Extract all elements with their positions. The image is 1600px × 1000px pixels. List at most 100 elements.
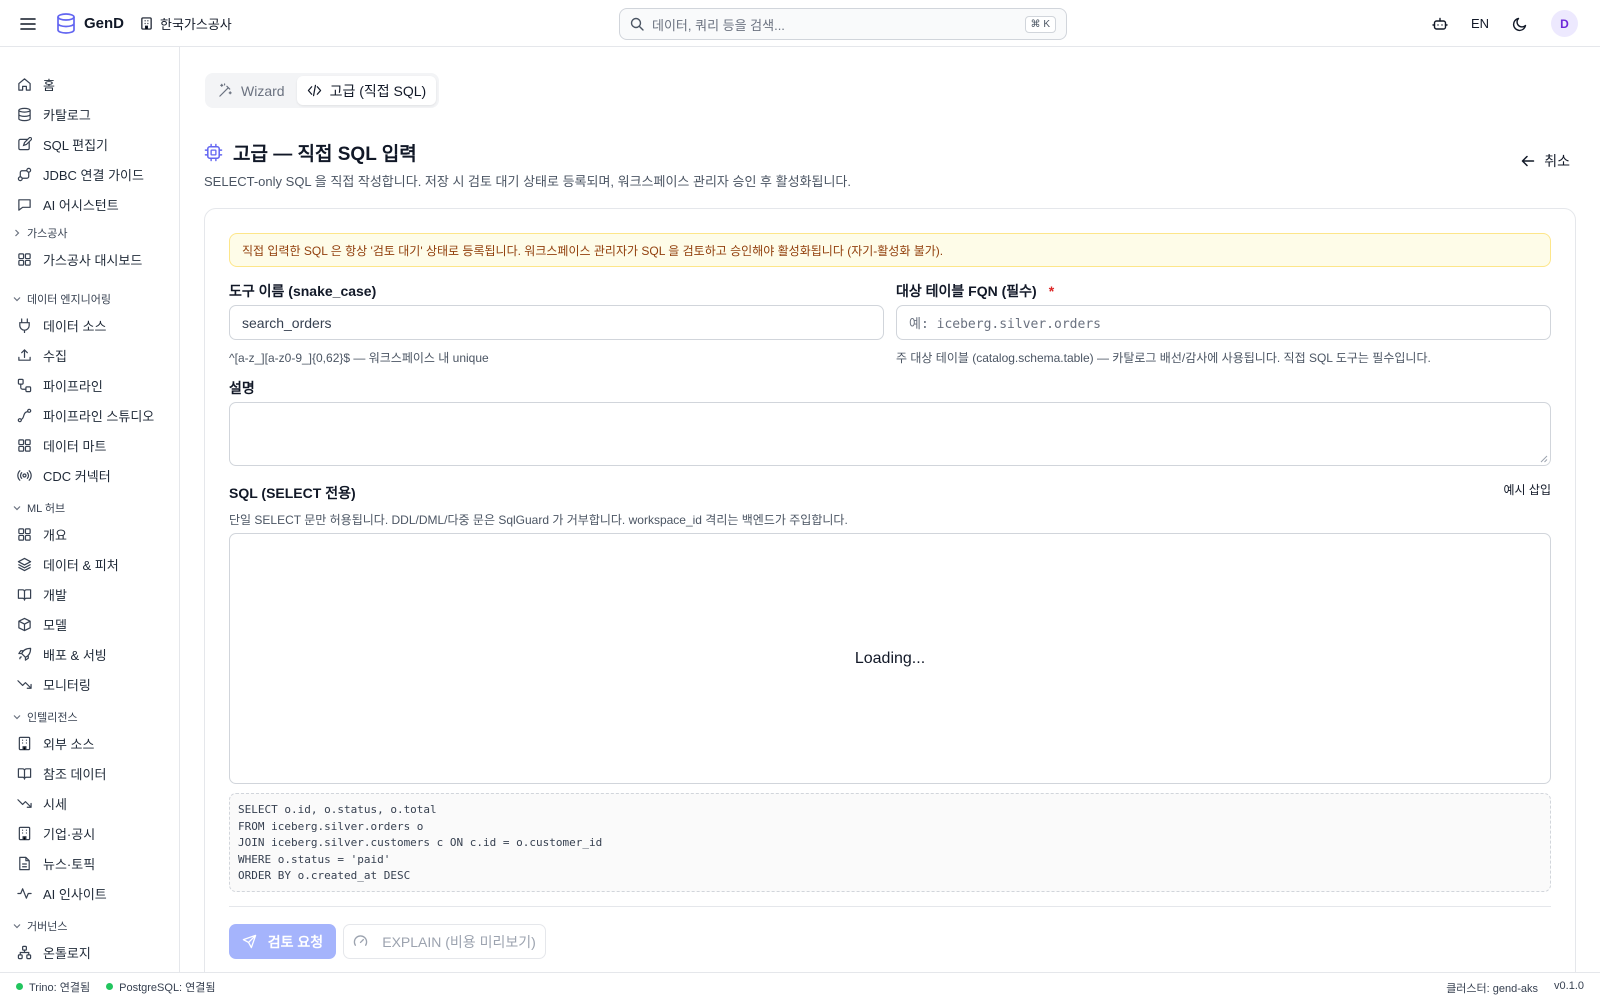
sidebar-item-label: 개발 [43, 587, 67, 603]
sql-example-line: ORDER BY o.created_at DESC [238, 869, 411, 882]
tab-wizard[interactable]: Wizard [208, 76, 295, 105]
database-icon [16, 106, 32, 122]
sql-example-line: SELECT o.id, o.status, o.total [238, 803, 437, 816]
sidebar-item-pipeline-studio[interactable]: 파이프라인 스튜디오 [16, 404, 154, 426]
tool-name-label: 도구 이름 (snake_case) [229, 283, 377, 299]
sidebar-item-label: 홈 [43, 77, 55, 93]
org-selector[interactable]: 한국가스공사 [140, 14, 232, 33]
bot-icon[interactable] [1427, 11, 1453, 37]
sidebar-item-ai-insight[interactable]: AI 인사이트 [16, 882, 107, 904]
sidebar-item-label: 데이터 소스 [43, 318, 107, 334]
sidebar-item-label: 가스공사 대시보드 [43, 252, 143, 268]
wand-icon [218, 83, 233, 98]
moon-icon[interactable] [1507, 11, 1533, 37]
book-icon [16, 765, 32, 781]
target-table-hint: 주 대상 테이블 (catalog.schema.table) — 카탈로그 배… [896, 351, 1431, 365]
sidebar-item-ai-assistant[interactable]: AI 어시스턴트 [16, 193, 119, 215]
tool-name-input[interactable]: search_orders [229, 305, 884, 340]
sidebar-group-ml-hub[interactable]: ML 허브 [13, 499, 65, 517]
box-icon [16, 616, 32, 632]
sidebar-item-pipeline[interactable]: 파이프라인 [16, 374, 103, 396]
search-shortcut: ⌘ K [1024, 15, 1056, 33]
sidebar-item-reference-data[interactable]: 참조 데이터 [16, 762, 106, 784]
building-icon [140, 17, 153, 30]
target-table-input[interactable]: 예: iceberg.silver.orders [896, 305, 1551, 340]
chevron-right-icon [13, 229, 21, 237]
database-icon [56, 13, 76, 34]
sql-example-line: WHERE o.status = 'paid' [238, 852, 391, 866]
postgres-status: PostgreSQL: 연결됨 [106, 979, 216, 995]
sidebar-item-model[interactable]: 모델 [16, 613, 67, 635]
sidebar-group-governance[interactable]: 거버넌스 [13, 917, 67, 935]
sidebar-item-label: AI 인사이트 [43, 886, 107, 902]
sql-editor[interactable]: Loading... [229, 533, 1551, 784]
sidebar-item-monitoring[interactable]: 모니터링 [16, 673, 91, 695]
sidebar-item-label: CDC 커넥터 [43, 468, 111, 484]
cancel-button[interactable]: 취소 [1521, 151, 1570, 171]
request-review-button[interactable]: 검토 요청 [229, 924, 336, 959]
language-toggle[interactable]: EN [1471, 16, 1489, 31]
description-textarea[interactable] [229, 402, 1551, 466]
tab-advanced-sql[interactable]: 고급 (직접 SQL) [296, 76, 437, 105]
sidebar-item-news-topic[interactable]: 뉴스·토픽 [16, 852, 95, 874]
explain-button[interactable]: EXPLAIN (비용 미리보기) [343, 924, 546, 959]
cluster-name: 클러스터: gend-aks [1446, 983, 1539, 995]
avatar[interactable]: D [1551, 10, 1578, 37]
top-bar: GenD 한국가스공사 데이터, 쿼리 등을 검색... ⌘ K EN D [0, 0, 1600, 47]
resize-handle-icon[interactable] [1540, 455, 1548, 463]
sql-example-line: FROM iceberg.silver.orders o [238, 819, 424, 833]
chevron-down-icon [13, 504, 21, 512]
org-name: 한국가스공사 [160, 17, 232, 32]
sidebar-item-label: 데이터 마트 [43, 438, 107, 454]
code-icon [307, 83, 322, 98]
home-icon [16, 76, 32, 92]
sidebar-item-sql-editor[interactable]: SQL 편집기 [16, 133, 108, 155]
sidebar-item-label: 파이프라인 [43, 378, 103, 394]
sidebar-item-label: 배포 & 서빙 [43, 647, 107, 663]
sidebar-item-gas-dashboard[interactable]: 가스공사 대시보드 [16, 248, 142, 270]
sidebar-item-data-source[interactable]: 데이터 소스 [16, 314, 106, 336]
sidebar-item-cdc[interactable]: CDC 커넥터 [16, 464, 111, 486]
grid-icon [16, 437, 32, 453]
sidebar-item-label: JDBC 연결 가이드 [43, 167, 144, 183]
sidebar-item-jdbc[interactable]: JDBC 연결 가이드 [16, 163, 144, 185]
sidebar-item-data-mart[interactable]: 데이터 마트 [16, 434, 106, 456]
sidebar-item-data-features[interactable]: 데이터 & 피처 [16, 553, 119, 575]
sidebar-item-ontology[interactable]: 온톨로지 [16, 941, 91, 963]
global-search[interactable]: 데이터, 쿼리 등을 검색... ⌘ K [619, 8, 1067, 40]
trending-down-icon [16, 676, 32, 692]
sidebar-item-develop[interactable]: 개발 [16, 583, 67, 605]
plug-icon [16, 166, 32, 182]
sidebar-group-intelligence[interactable]: 인텔리전스 [13, 708, 78, 726]
app-name: GenD [84, 15, 125, 32]
network-icon [16, 944, 32, 960]
search-icon [630, 17, 644, 31]
search-placeholder: 데이터, 쿼리 등을 검색... [652, 17, 785, 33]
sidebar-item-market-price[interactable]: 시세 [16, 792, 67, 814]
page-title: 고급 — 직접 SQL 입력 [233, 144, 417, 165]
sidebar-item-deploy[interactable]: 배포 & 서빙 [16, 643, 107, 665]
sidebar-item-label: 개요 [43, 527, 67, 543]
edit-icon [16, 136, 32, 152]
sidebar-item-ingest[interactable]: 수집 [16, 344, 67, 366]
rocket-icon [16, 646, 32, 662]
grid-icon [16, 251, 32, 267]
app-logo[interactable]: GenD [56, 13, 124, 34]
sidebar: 홈 카탈로그 SQL 편집기 JDBC 연결 가이드 AI 어시스턴트 가스공사… [0, 47, 180, 972]
status-dot [16, 983, 23, 990]
upload-icon [16, 347, 32, 363]
sidebar-item-external-source[interactable]: 외부 소스 [16, 732, 94, 754]
sidebar-item-overview[interactable]: 개요 [16, 523, 67, 545]
sidebar-group-data-engineering[interactable]: 데이터 엔지니어링 [13, 290, 111, 308]
building-icon [16, 735, 32, 751]
divider [229, 906, 1551, 907]
insert-example-button[interactable]: 예시 삽입 [1504, 481, 1552, 498]
sidebar-item-home[interactable]: 홈 [16, 73, 55, 95]
arrow-left-icon [1521, 154, 1535, 168]
send-icon [242, 934, 257, 949]
radio-icon [16, 467, 32, 483]
sidebar-item-catalog[interactable]: 카탈로그 [16, 103, 91, 125]
sidebar-group-gas[interactable]: 가스공사 [13, 224, 67, 242]
menu-icon[interactable] [17, 13, 39, 35]
sidebar-item-company-disclosure[interactable]: 기업·공시 [16, 822, 95, 844]
